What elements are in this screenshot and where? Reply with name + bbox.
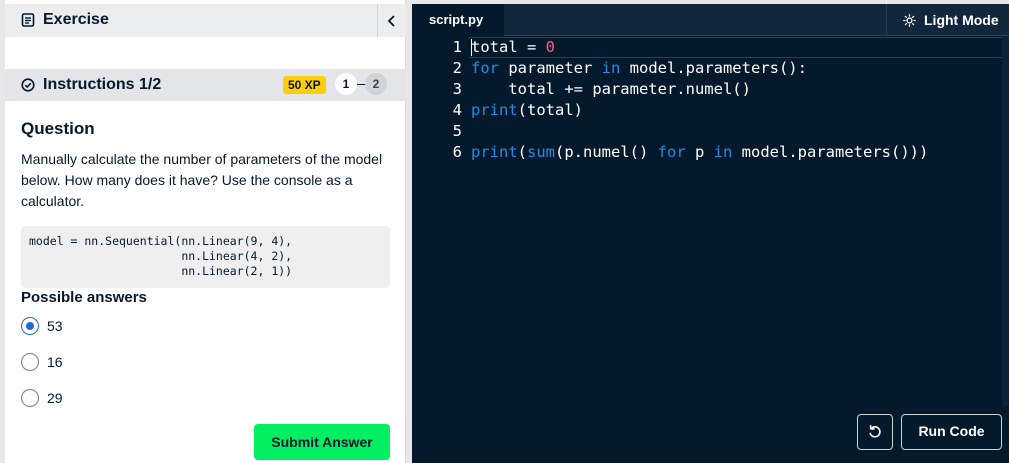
line-number: 1 <box>452 38 462 56</box>
code-editor-panel: script.py Light Mode 1 total = 0 2 for para… <box>412 4 1009 463</box>
xp-badge: 50 XP <box>283 76 326 94</box>
instructions-header: Instructions 1/2 50 XP 1 2 <box>5 69 406 101</box>
line-number: 3 <box>452 80 462 98</box>
tab-script-py[interactable]: script.py <box>412 4 504 36</box>
step-connector <box>357 84 365 85</box>
keyword-token: for <box>657 143 686 161</box>
possible-answers-title: Possible answers <box>21 289 147 306</box>
code-text: total += parameter.numel() <box>471 79 751 100</box>
exercise-header: Exercise <box>5 4 406 37</box>
editor-tabbar: script.py Light Mode <box>412 4 1009 36</box>
line-number: 4 <box>452 101 462 119</box>
question-text: Manually calculate the number of paramet… <box>21 151 383 209</box>
code-token: total += parameter.numel() <box>471 80 751 98</box>
code-text: print(total) <box>471 100 583 121</box>
code-token: total = <box>471 38 546 56</box>
code-text: total = 0 <box>471 37 555 58</box>
sun-icon <box>903 13 916 27</box>
line-number: 2 <box>452 59 462 77</box>
keyword-token: sum <box>527 143 556 161</box>
answer-option-3[interactable]: 29 <box>21 388 63 408</box>
code-text: for parameter in model.parameters(): <box>471 58 807 79</box>
line-number: 6 <box>452 143 462 161</box>
code-token: (p.numel() <box>555 143 658 161</box>
submit-answer-button[interactable]: Submit Answer <box>254 424 390 460</box>
keyword-token: print <box>471 101 518 119</box>
answer-option-2[interactable]: 16 <box>21 352 63 372</box>
code-token: model.parameters())) <box>732 143 929 161</box>
number-token: 0 <box>545 38 555 56</box>
keyword-token: in <box>601 59 621 77</box>
radio-button[interactable] <box>21 353 39 371</box>
radio-button[interactable] <box>21 317 39 335</box>
step-1[interactable]: 1 <box>335 73 357 95</box>
exercise-panel: Exercise Instructions 1/2 50 XP 1 2 Ques… <box>5 0 406 463</box>
code-token: (total) <box>517 101 583 119</box>
radio-button[interactable] <box>21 389 39 407</box>
light-mode-label: Light Mode <box>924 12 999 28</box>
code-token: model.parameters(): <box>620 59 807 77</box>
question-title: Question <box>21 119 95 138</box>
keyword-token: print <box>471 143 518 161</box>
code-token: parameter <box>499 59 602 77</box>
editor-scrollbar[interactable] <box>1002 36 1009 406</box>
reset-code-button[interactable] <box>857 414 893 450</box>
instructions-title: Instructions 1/2 <box>43 76 162 93</box>
code-token: ( <box>517 143 528 161</box>
code-snippet: model = nn.Sequential(nn.Linear(9, 4), n… <box>21 226 390 288</box>
collapse-panel-button[interactable] <box>377 4 406 37</box>
document-icon <box>21 13 35 27</box>
answer-label: 16 <box>47 354 63 370</box>
answer-label: 29 <box>47 390 63 406</box>
code-token: p <box>685 143 714 161</box>
chevron-left-icon <box>387 14 395 27</box>
code-editor[interactable]: 1 total = 0 2 for parameter in model.parame… <box>412 36 1009 406</box>
answer-option-1[interactable]: 53 <box>21 316 63 336</box>
run-code-button[interactable]: Run Code <box>901 414 1002 450</box>
code-text: print(sum(p.numel() for p in model.param… <box>471 142 928 163</box>
check-circle-icon <box>21 78 35 92</box>
line-number: 5 <box>452 122 462 140</box>
keyword-token: in <box>713 143 733 161</box>
answer-label: 53 <box>47 318 63 334</box>
step-2[interactable]: 2 <box>365 73 387 95</box>
reset-icon <box>869 424 881 438</box>
exercise-title: Exercise <box>43 11 109 28</box>
light-mode-button[interactable]: Light Mode <box>886 4 1009 36</box>
keyword-token: for <box>471 59 499 77</box>
